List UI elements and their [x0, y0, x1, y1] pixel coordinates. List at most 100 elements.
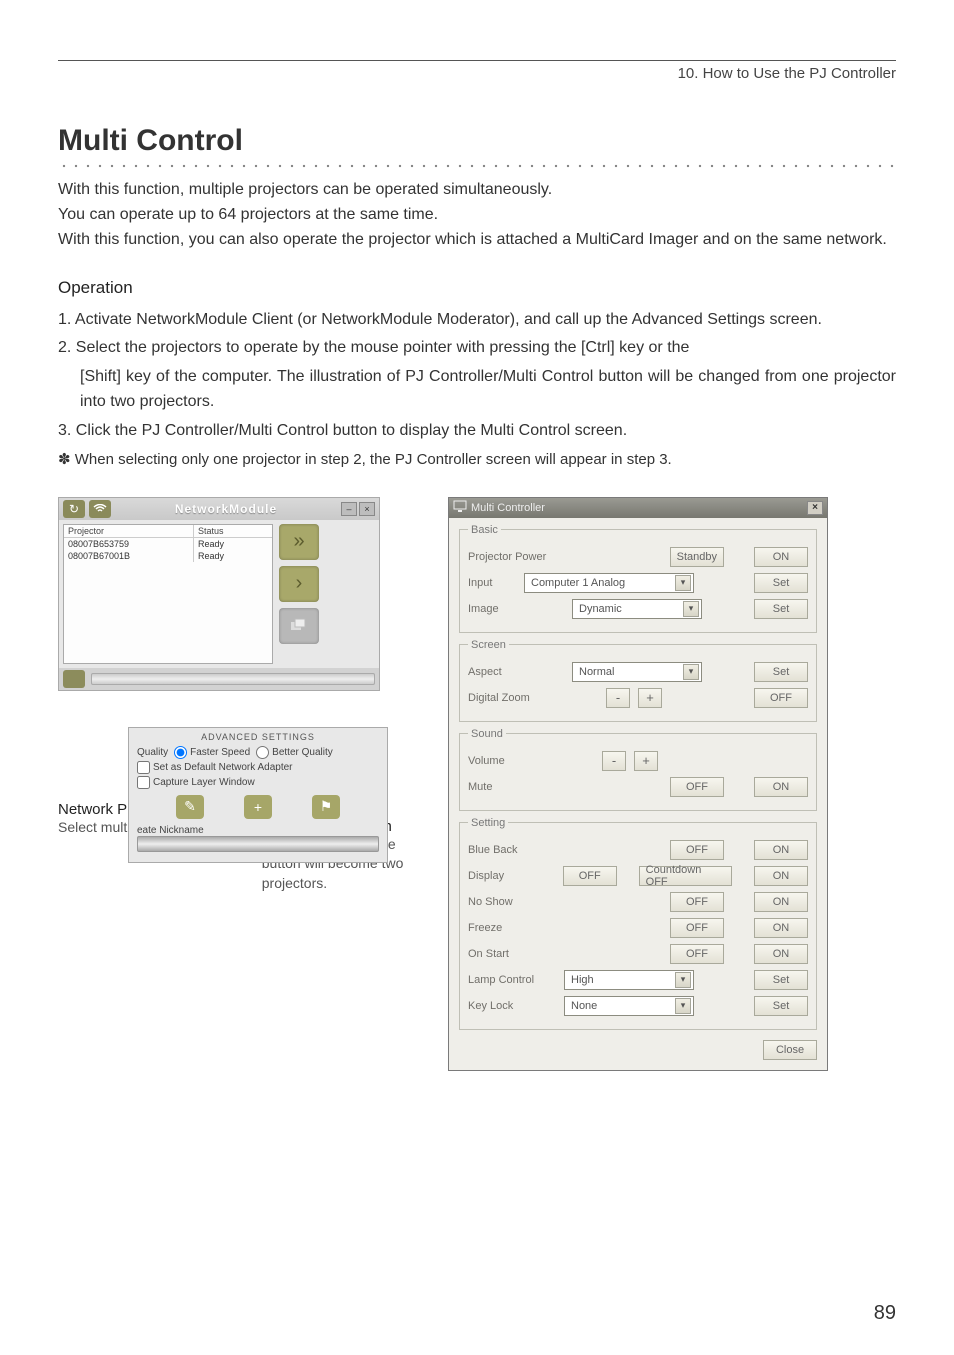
- mute-off-button[interactable]: OFF: [670, 777, 724, 797]
- legend-setting: Setting: [468, 817, 508, 829]
- noshow-off-button[interactable]: OFF: [670, 892, 724, 912]
- chevron-down-icon: ▾: [675, 972, 691, 988]
- aspect-select[interactable]: Normal ▾: [572, 662, 702, 682]
- lbl-aspect: Aspect: [468, 666, 528, 678]
- legend-sound: Sound: [468, 728, 506, 740]
- fast-forward-icon[interactable]: »: [279, 524, 319, 560]
- image-select-value: Dynamic: [579, 603, 622, 615]
- aspect-set-button[interactable]: Set: [754, 662, 808, 682]
- dotted-rule: [58, 160, 896, 170]
- adv-btn-left[interactable]: ✎: [176, 795, 204, 819]
- intro-para-3: With this function, you can also operate…: [58, 228, 896, 251]
- freeze-on-button[interactable]: ON: [754, 918, 808, 938]
- nickname-input[interactable]: [137, 836, 379, 852]
- blueback-on-button[interactable]: ON: [754, 840, 808, 860]
- chapter-header: 10. How to Use the PJ Controller: [58, 65, 896, 82]
- group-setting: Setting Blue Back OFF ON Display OFF Cou…: [459, 817, 817, 1030]
- col-status: Status: [194, 525, 272, 537]
- group-sound: Sound Volume - + Mute OFF ON: [459, 728, 817, 811]
- keylock-set-button[interactable]: Set: [754, 996, 808, 1016]
- chevron-down-icon: ▾: [683, 664, 699, 680]
- section-title: Multi Control: [58, 124, 896, 158]
- freeze-off-button[interactable]: OFF: [670, 918, 724, 938]
- multi-controller-window: Multi Controller × Basic Projector Power…: [448, 497, 828, 1071]
- legend-screen: Screen: [468, 639, 509, 651]
- proj-row-2-status: Ready: [194, 550, 272, 562]
- onstart-on-button[interactable]: ON: [754, 944, 808, 964]
- volume-plus-button[interactable]: +: [634, 751, 658, 771]
- proj-row-1-status: Ready: [194, 538, 272, 550]
- onstart-off-button[interactable]: OFF: [670, 944, 724, 964]
- lbl-on-start: On Start: [468, 948, 556, 960]
- quality-label: Quality: [137, 747, 168, 758]
- legend-basic: Basic: [468, 524, 501, 536]
- mute-on-button[interactable]: ON: [754, 777, 808, 797]
- note-line: ✽ When selecting only one projector in s…: [58, 448, 896, 471]
- chevron-down-icon: ▾: [675, 998, 691, 1014]
- figure-networkmodule: ↻ NetworkModule – × Projector: [58, 497, 418, 894]
- play-icon[interactable]: ›: [279, 566, 319, 602]
- radio-faster-speed[interactable]: Faster Speed: [174, 746, 250, 759]
- zoom-plus-button[interactable]: +: [638, 688, 662, 708]
- adv-btn-add[interactable]: +: [244, 795, 272, 819]
- intro-para-1: With this function, multiple projectors …: [58, 178, 896, 201]
- zoom-off-button[interactable]: OFF: [754, 688, 808, 708]
- step-2-line1: 2. Select the projectors to operate by t…: [58, 336, 896, 361]
- countdown-off-button[interactable]: Countdown OFF: [639, 866, 732, 886]
- close-icon[interactable]: ×: [359, 502, 375, 516]
- display-off-button[interactable]: OFF: [563, 866, 617, 886]
- lbl-freeze: Freeze: [468, 922, 556, 934]
- noshow-on-button[interactable]: ON: [754, 892, 808, 912]
- step-1: 1. Activate NetworkModule Client (or Net…: [58, 308, 896, 333]
- lbl-display: Display: [468, 870, 527, 882]
- input-set-button[interactable]: Set: [754, 573, 808, 593]
- image-set-button[interactable]: Set: [754, 599, 808, 619]
- input-select-value: Computer 1 Analog: [531, 577, 625, 589]
- group-screen: Screen Aspect Normal ▾ Set Digital Zoom …: [459, 639, 817, 722]
- close-icon[interactable]: ×: [807, 501, 823, 515]
- intro-para-2: You can operate up to 64 projectors at t…: [58, 203, 896, 226]
- radio-better-quality[interactable]: Better Quality: [256, 746, 333, 759]
- lbl-mute: Mute: [468, 781, 528, 793]
- operation-heading: Operation: [58, 278, 896, 298]
- header-rule: [58, 60, 896, 61]
- wifi-icon[interactable]: [89, 500, 111, 518]
- lbl-input: Input: [468, 577, 516, 589]
- group-basic: Basic Projector Power Standby ON Input C…: [459, 524, 817, 633]
- projector-list[interactable]: Projector Status 08007B653759 Ready 0800…: [63, 524, 273, 664]
- close-button[interactable]: Close: [763, 1040, 817, 1060]
- blueback-off-button[interactable]: OFF: [670, 840, 724, 860]
- lbl-digital-zoom: Digital Zoom: [468, 692, 556, 704]
- chk-capture-layer[interactable]: Capture Layer Window: [137, 776, 255, 789]
- image-select[interactable]: Dynamic ▾: [572, 599, 702, 619]
- pj-controller-icon[interactable]: [279, 608, 319, 644]
- step-2-line2: [Shift] key of the computer. The illustr…: [58, 365, 896, 415]
- input-select[interactable]: Computer 1 Analog ▾: [524, 573, 694, 593]
- step-3: 3. Click the PJ Controller/Multi Control…: [58, 419, 896, 444]
- chevron-down-icon: ▾: [675, 575, 691, 591]
- advanced-settings-panel: ADVANCED SETTINGS Quality Faster Speed B…: [128, 727, 388, 863]
- networkmodule-panel: ↻ NetworkModule – × Projector: [58, 497, 380, 691]
- proj-row-1-id[interactable]: 08007B653759: [64, 538, 194, 550]
- col-projector: Projector: [64, 525, 194, 537]
- zoom-minus-button[interactable]: -: [606, 688, 630, 708]
- chk-default-adapter[interactable]: Set as Default Network Adapter: [137, 761, 293, 774]
- chevron-down-icon: ▾: [683, 601, 699, 617]
- minimize-icon[interactable]: –: [341, 502, 357, 516]
- lbl-image: Image: [468, 603, 516, 615]
- character-icon: [63, 670, 85, 688]
- volume-minus-button[interactable]: -: [602, 751, 626, 771]
- keylock-select[interactable]: None ▾: [564, 996, 694, 1016]
- lamp-select[interactable]: High ▾: [564, 970, 694, 990]
- nickname-label: eate Nickname: [137, 825, 204, 836]
- mc-title: Multi Controller: [471, 502, 545, 514]
- nm-title: NetworkModule: [111, 502, 341, 516]
- lamp-set-button[interactable]: Set: [754, 970, 808, 990]
- adv-btn-right[interactable]: ⚑: [312, 795, 340, 819]
- lbl-blue-back: Blue Back: [468, 844, 556, 856]
- standby-button[interactable]: Standby: [670, 547, 724, 567]
- proj-row-2-id[interactable]: 08007B67001B: [64, 550, 194, 562]
- power-on-button[interactable]: ON: [754, 547, 808, 567]
- display-on-button[interactable]: ON: [754, 866, 808, 886]
- refresh-icon[interactable]: ↻: [63, 500, 85, 518]
